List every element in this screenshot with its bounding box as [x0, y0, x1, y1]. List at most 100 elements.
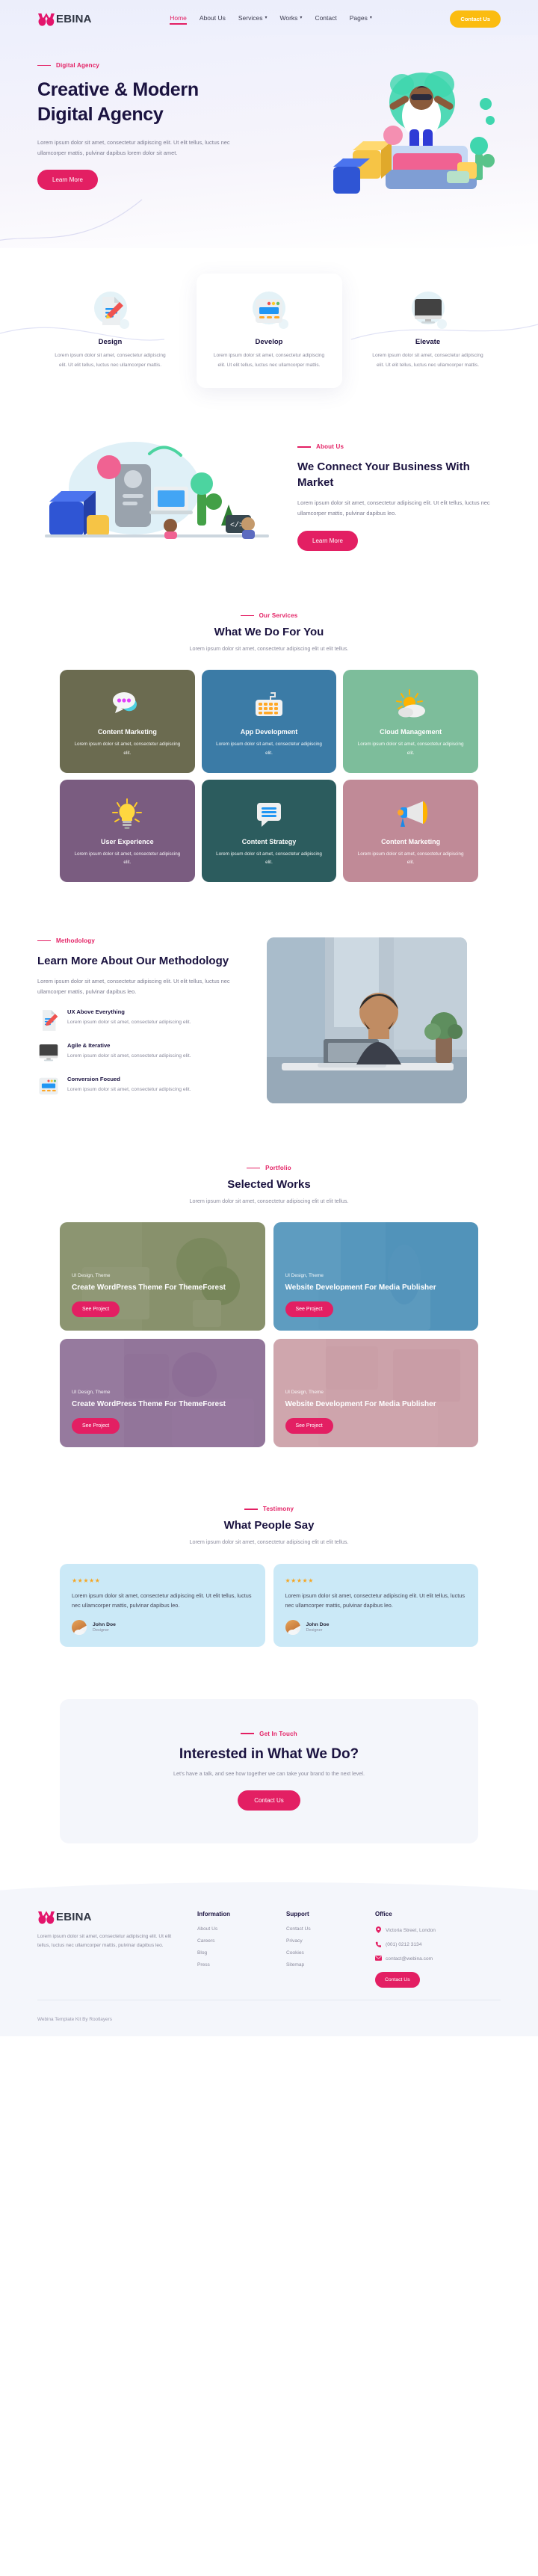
- portfolio-card-2[interactable]: UI Design, Theme Website Development For…: [273, 1222, 478, 1331]
- nav-label: Services: [238, 13, 263, 22]
- hero-section: Digital Agency Creative & Modern Digital…: [0, 35, 538, 248]
- feature-title: Elevate: [415, 338, 441, 346]
- feature-body: Lorem ipsum dolor sit amet, consectetur …: [372, 353, 483, 368]
- footer-link-sitemap[interactable]: Sitemap: [286, 1962, 357, 1968]
- cta-eyebrow: Get In Touch: [75, 1731, 463, 1737]
- nav-item-home[interactable]: Home: [170, 14, 187, 25]
- map-pin-icon: [375, 1926, 381, 1935]
- service-card-cloud-management[interactable]: Cloud Management Lorem ipsum dolor sit a…: [343, 670, 478, 773]
- hero-title: Creative & Modern Digital Agency: [37, 79, 199, 125]
- service-icon-wrap: [70, 685, 185, 724]
- services-eyebrow-text: Our Services: [259, 612, 298, 620]
- copyright-text: Webina Template Kit By Rootlayers: [37, 2016, 112, 2022]
- portfolio-see-project-button[interactable]: See Project: [285, 1418, 333, 1435]
- methodology-section: Methodology Learn More About Our Methodo…: [0, 911, 538, 1140]
- testimonial-role: Designer: [93, 1627, 110, 1633]
- nav-label: Contact: [315, 13, 337, 22]
- services-heading: Our Services What We Do For You Lorem ip…: [0, 612, 538, 653]
- portfolio-card-4[interactable]: UI Design, Theme Website Development For…: [273, 1339, 478, 1448]
- desktop-monitor-icon: [37, 1042, 60, 1064]
- methodology-item-conversion-focued: Conversion Focued Lorem ipsum dolor sit …: [37, 1076, 250, 1098]
- footer-column-heading: Information: [197, 1910, 230, 1917]
- dash-icon: [244, 1509, 258, 1510]
- portfolio-subtitle: Lorem ipsum dolor sit amet, consectetur …: [189, 1198, 349, 1205]
- service-icon-wrap: [70, 795, 185, 833]
- dash-icon: [297, 446, 311, 448]
- portfolio-card-1[interactable]: UI Design, Theme Create WordPress Theme …: [60, 1222, 265, 1331]
- service-title: Cloud Management: [380, 728, 442, 736]
- feature-card-design[interactable]: Design Lorem ipsum dolor sit amet, conse…: [37, 274, 183, 388]
- footer-link-privacy[interactable]: Privacy: [286, 1938, 357, 1944]
- footer-brand-name: EBINA: [56, 1911, 92, 1924]
- feature-card-elevate[interactable]: Elevate Lorem ipsum dolor sit amet, cons…: [355, 274, 501, 388]
- nav-item-pages[interactable]: Pages ▾: [350, 14, 372, 25]
- portfolio-card-title: Create WordPress Theme For ThemeForest: [72, 1400, 226, 1409]
- portfolio-see-project-button[interactable]: See Project: [285, 1301, 333, 1318]
- nav-label: Home: [170, 13, 187, 22]
- footer-link-press[interactable]: Press: [197, 1962, 268, 1968]
- service-body: Lorem ipsum dolor sit amet, consectetur …: [216, 742, 322, 756]
- testimony-eyebrow: Testimony: [0, 1506, 538, 1512]
- services-eyebrow: Our Services: [0, 612, 538, 619]
- about-learn-more-button[interactable]: Learn More: [297, 530, 358, 551]
- about-illustration: </>: [37, 437, 284, 557]
- office-email-row[interactable]: contact@webina.com: [375, 1955, 487, 1962]
- testimony-eyebrow-text: Testimony: [262, 1506, 294, 1513]
- nav-label: Pages: [349, 13, 368, 22]
- footer-link-careers[interactable]: Careers: [197, 1938, 268, 1944]
- about-eyebrow-text: About Us: [316, 443, 344, 451]
- services-subtitle: Lorem ipsum dolor sit amet, consectetur …: [189, 645, 349, 653]
- portfolio-card-3[interactable]: UI Design, Theme Create WordPress Theme …: [60, 1339, 265, 1448]
- portfolio-card-title: Create WordPress Theme For ThemeForest: [72, 1284, 226, 1292]
- testimonial-card-2: ★★★★★ Lorem ipsum dolor sit amet, consec…: [273, 1563, 478, 1647]
- cta-contact-us-button[interactable]: Contact Us: [238, 1790, 300, 1811]
- nav-item-works[interactable]: Works ▾: [279, 14, 302, 25]
- methodology-title: Learn More About Our Methodology: [37, 954, 229, 967]
- service-card-app-development[interactable]: App Development Lorem ipsum dolor sit am…: [201, 670, 337, 773]
- nav-item-contact[interactable]: Contact: [315, 14, 336, 25]
- footer-contact-us-button[interactable]: Contact Us: [375, 1971, 420, 1988]
- methodology-list: UX Above Everything Lorem ipsum dolor si…: [37, 1008, 250, 1098]
- nav-item-services[interactable]: Services ▾: [238, 14, 268, 25]
- office-phone-row[interactable]: (001) 0212 3134: [375, 1941, 487, 1949]
- service-card-content-marketing[interactable]: Content Marketing Lorem ipsum dolor sit …: [60, 670, 195, 773]
- testimony-subtitle: Lorem ipsum dolor sit amet, consectetur …: [189, 1538, 349, 1546]
- portfolio-heading: Portfolio Selected Works Lorem ipsum dol…: [0, 1165, 538, 1206]
- portfolio-see-project-button[interactable]: See Project: [72, 1418, 120, 1435]
- portfolio-section: Portfolio Selected Works Lorem ipsum dol…: [0, 1139, 538, 1481]
- testimonial-name: John Doe: [93, 1621, 116, 1627]
- document-pencil-icon: [37, 1008, 60, 1032]
- methodology-item-title: Agile & Iterative: [67, 1042, 111, 1050]
- testimonial-author: John Doe Designer: [72, 1619, 253, 1635]
- nav-item-about-us[interactable]: About Us: [200, 14, 226, 25]
- service-body: Lorem ipsum dolor sit amet, consectetur …: [74, 742, 181, 756]
- hero-body: Lorem ipsum dolor sit amet, consectetur …: [37, 139, 230, 156]
- footer-column-information: Information About Us Careers Blog Press: [197, 1911, 268, 1988]
- footer-about-text: Lorem ipsum dolor sit amet, consectetur …: [37, 1933, 172, 1949]
- hero-learn-more-button[interactable]: Learn More: [37, 170, 98, 191]
- service-card-content-marketing-2[interactable]: Content Marketing Lorem ipsum dolor sit …: [343, 779, 478, 882]
- footer-brand-logo[interactable]: EBINA: [37, 1911, 179, 1924]
- footer-link-contact-us[interactable]: Contact Us: [286, 1926, 357, 1932]
- portfolio-eyebrow-text: Portfolio: [265, 1165, 291, 1172]
- services-title: What We Do For You: [214, 626, 324, 639]
- feature-card-develop[interactable]: Develop Lorem ipsum dolor sit amet, cons…: [196, 274, 342, 389]
- feature-icon-wrap: [210, 290, 329, 332]
- portfolio-see-project-button[interactable]: See Project: [72, 1301, 120, 1318]
- portfolio-grid: UI Design, Theme Create WordPress Theme …: [60, 1222, 478, 1448]
- service-title: Content Marketing: [381, 837, 441, 845]
- brand-name: EBINA: [56, 13, 92, 25]
- service-card-content-strategy[interactable]: Content Strategy Lorem ipsum dolor sit a…: [201, 779, 337, 882]
- header-contact-us-button[interactable]: Contact Us: [450, 10, 501, 28]
- footer-column-heading: Office: [375, 1910, 392, 1917]
- methodology-item-ux-above-everything: UX Above Everything Lorem ipsum dolor si…: [37, 1008, 250, 1032]
- service-card-user-experience[interactable]: User Experience Lorem ipsum dolor sit am…: [60, 779, 195, 882]
- footer-link-cookies[interactable]: Cookies: [286, 1950, 357, 1956]
- brand-logo[interactable]: EBINA: [37, 13, 92, 26]
- footer-link-about-us[interactable]: About Us: [197, 1926, 268, 1932]
- methodology-item-body: Lorem ipsum dolor sit amet, consectetur …: [67, 1053, 191, 1059]
- footer-link-blog[interactable]: Blog: [197, 1950, 268, 1956]
- keyboard-icon: [255, 692, 282, 717]
- chevron-down-icon: ▾: [300, 15, 303, 20]
- office-address: Victoria Street, London: [386, 1927, 436, 1933]
